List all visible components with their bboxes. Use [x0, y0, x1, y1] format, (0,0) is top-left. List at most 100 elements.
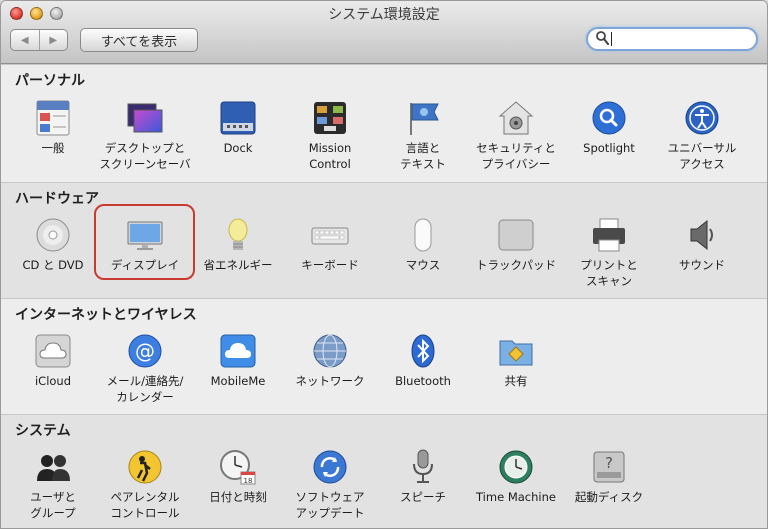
section-personal: パーソナル 一般 デスクトップと スクリーンセーバ Dock Mission Con… [1, 64, 767, 182]
svg-text:18: 18 [244, 477, 253, 485]
pref-label: 日付と時刻 [209, 490, 267, 504]
pref-label: MobileMe [210, 374, 266, 388]
pref-label: プリントと スキャン [580, 258, 638, 288]
bluetooth-icon [404, 332, 442, 370]
pref-software-update[interactable]: ソフトウェア アップデート [282, 448, 378, 521]
timemachine-icon [497, 448, 535, 486]
pref-startup-disk[interactable]: ? 起動ディスク [561, 448, 657, 505]
pref-icloud[interactable]: iCloud [5, 332, 101, 389]
pref-cd-dvd[interactable]: CD と DVD [5, 216, 101, 273]
pref-label: Time Machine [476, 490, 556, 504]
pref-label: Mission Control [308, 141, 352, 171]
pref-spotlight[interactable]: Spotlight [561, 99, 657, 156]
pref-label: メール/連絡先/カレンダー [106, 374, 184, 404]
update-icon [311, 448, 349, 486]
pref-mouse[interactable]: マウス [375, 216, 471, 273]
network-icon [311, 332, 349, 370]
pref-security[interactable]: セキュリティと プライバシー [468, 99, 564, 172]
pref-network[interactable]: ネットワーク [282, 332, 378, 389]
system-preferences-window: システム環境設定 ◀ ▶ すべてを表示 パーソナル 一般 デスクトップと スクリー [0, 0, 768, 529]
forward-button[interactable]: ▶ [38, 30, 68, 50]
pref-desktop[interactable]: デスクトップと スクリーンセーバ [97, 99, 193, 172]
users-icon [34, 448, 72, 486]
pref-mobileme[interactable]: MobileMe [190, 332, 286, 389]
pref-label: ネットワーク [295, 374, 365, 388]
mouse-icon [404, 216, 442, 254]
back-button[interactable]: ◀ [11, 30, 39, 50]
pref-mail[interactable]: @ メール/連絡先/カレンダー [97, 332, 193, 405]
security-icon [497, 99, 535, 137]
pref-label: セキュリティと プライバシー [476, 141, 556, 171]
search-field[interactable] [586, 27, 758, 51]
history-nav: ◀ ▶ [10, 29, 68, 51]
pref-label: マウス [405, 258, 441, 272]
trackpad-icon [497, 216, 535, 254]
pref-speech[interactable]: スピーチ [375, 448, 471, 505]
section-internet: インターネットとワイヤレス iCloud @ メール/連絡先/カレンダー Mob… [1, 298, 767, 414]
pref-label: ユーザと グループ [30, 490, 76, 520]
section-title: パーソナル [15, 73, 85, 89]
pref-label: iCloud [34, 374, 72, 388]
pref-label: 言語と テキスト [400, 141, 446, 171]
general-icon [34, 99, 72, 137]
pref-label: Dock [223, 141, 253, 155]
pref-sound[interactable]: サウンド [654, 216, 750, 273]
pref-label: Spotlight [583, 141, 635, 155]
parental-icon [126, 448, 164, 486]
pref-bluetooth[interactable]: Bluetooth [375, 332, 471, 389]
pref-language[interactable]: 言語と テキスト [375, 99, 471, 172]
pref-label: ユニバーサル アクセス [667, 141, 737, 171]
keyboard-icon [311, 216, 349, 254]
dock-icon [219, 99, 257, 137]
pref-label: サウンド [679, 258, 725, 272]
pref-display[interactable]: ディスプレイ [97, 216, 193, 273]
pref-label: ディスプレイ [110, 258, 180, 272]
section-system: システム ユーザと グループ ペアレンタル コントロール 18 日付と時刻 ソフトウ… [1, 414, 767, 528]
text-caret [611, 32, 612, 46]
pref-printer[interactable]: プリントと スキャン [561, 216, 657, 289]
desktop-icon [126, 99, 164, 137]
pref-general[interactable]: 一般 [5, 99, 101, 156]
pref-time-machine[interactable]: Time Machine [468, 448, 564, 505]
pref-label: ソフトウェア アップデート [295, 490, 365, 520]
pref-label: ペアレンタル コントロール [110, 490, 180, 520]
mission-control-icon [311, 99, 349, 137]
pref-datetime[interactable]: 18 日付と時刻 [190, 448, 286, 505]
section-title: インターネットとワイヤレス [15, 307, 197, 323]
section-hardware: ハードウェア CD と DVD ディスプレイ 省エネルギー キーボード マウス … [1, 182, 767, 298]
pref-dock[interactable]: Dock [190, 99, 286, 156]
search-input[interactable] [616, 30, 750, 50]
pref-label: Bluetooth [395, 374, 451, 388]
language-icon [404, 99, 442, 137]
pref-trackpad[interactable]: トラックパッド [468, 216, 564, 273]
printer-icon [590, 216, 628, 254]
show-all-button[interactable]: すべてを表示 [80, 28, 198, 52]
pref-label: スピーチ [400, 490, 446, 504]
pref-accessibility[interactable]: ユニバーサル アクセス [654, 99, 750, 172]
pref-sharing[interactable]: 共有 [468, 332, 564, 389]
pref-label: 一般 [41, 141, 65, 155]
window-title: システム環境設定 [328, 7, 440, 23]
energy-icon [219, 216, 257, 254]
display-icon [126, 216, 164, 254]
pref-label: 省エネルギー [203, 258, 273, 272]
section-title: ハードウェア [15, 191, 99, 207]
pref-users[interactable]: ユーザと グループ [5, 448, 101, 521]
accessibility-icon [683, 99, 721, 137]
pref-energy[interactable]: 省エネルギー [190, 216, 286, 273]
spotlight-icon [590, 99, 628, 137]
pref-parental[interactable]: ペアレンタル コントロール [97, 448, 193, 521]
pref-label: 共有 [504, 374, 528, 388]
search-icon [596, 31, 610, 49]
svg-text:?: ? [605, 454, 613, 472]
pref-label: CD と DVD [22, 258, 84, 272]
pref-label: 起動ディスク [574, 490, 644, 504]
pref-keyboard[interactable]: キーボード [282, 216, 378, 273]
svg-text:@: @ [135, 339, 155, 363]
pref-label: トラックパッド [476, 258, 556, 272]
toolbar: システム環境設定 ◀ ▶ すべてを表示 [1, 1, 767, 64]
section-title: システム [15, 423, 71, 439]
sound-icon [683, 216, 721, 254]
pref-label: デスクトップと スクリーンセーバ [99, 141, 191, 171]
pref-mission-control[interactable]: Mission Control [282, 99, 378, 172]
